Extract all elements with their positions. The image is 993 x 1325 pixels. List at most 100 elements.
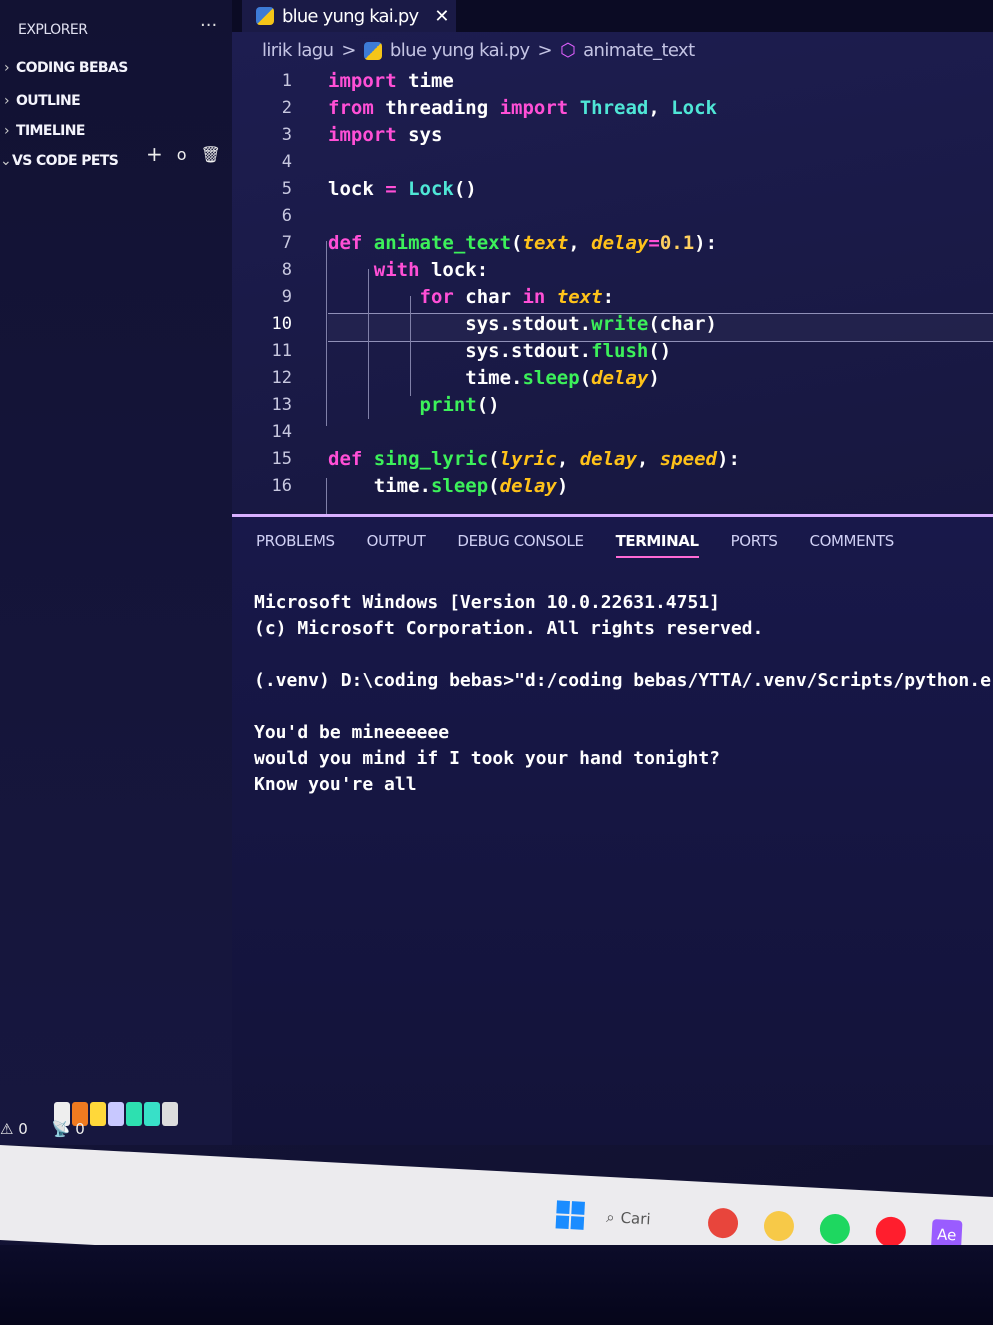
status-bar: ⚠ 0 📡 0 [0, 1120, 85, 1138]
line-number: 4 [281, 151, 292, 172]
search-icon: ⌕ [605, 1208, 616, 1227]
chevron-right-icon: › [4, 123, 10, 139]
code-line[interactable]: 14 [232, 418, 328, 445]
tab-comments[interactable]: COMMENTS [810, 532, 895, 558]
code-line[interactable]: 3 import sys [232, 121, 443, 148]
code-token: ): [694, 231, 718, 254]
code-token: delay [499, 474, 557, 497]
code-token: lock [328, 177, 386, 200]
broadcast-icon: 📡 [51, 1120, 71, 1138]
code-line[interactable]: 1 import time [232, 67, 454, 94]
code-line[interactable]: 13 print() [232, 391, 500, 418]
breadcrumb-separator: > [341, 40, 356, 61]
section-label: CODING BEBAS [16, 60, 128, 76]
section-label: TIMELINE [16, 123, 85, 139]
pet-icon [144, 1102, 160, 1126]
warnings-status[interactable]: ⚠ 0 [0, 1120, 28, 1138]
tab-output[interactable]: OUTPUT [367, 532, 426, 558]
code-line[interactable]: 5 lock = Lock() [232, 175, 477, 202]
tab-problems[interactable]: PROBLEMS [256, 532, 335, 558]
code-token: = [648, 231, 660, 254]
file-explorer-icon[interactable] [763, 1210, 795, 1242]
code-token: (char) [648, 312, 717, 335]
code-editor[interactable]: 1 import time 2 from threading import Threa… [232, 66, 993, 514]
code-token: sys.stdout. [465, 312, 592, 335]
code-token: lyric [499, 447, 557, 470]
code-line[interactable]: 16 time. sleep(delay) [232, 472, 569, 499]
code-token: ( [511, 231, 523, 254]
terminal-line: (c) Microsoft Corporation. All rights re… [254, 618, 764, 639]
code-token: , [568, 231, 592, 254]
code-line[interactable]: 11 sys.stdout. flush() [232, 337, 672, 364]
terminal-line: Microsoft Windows [Version 10.0.22631.47… [254, 592, 720, 613]
tab-debug-console[interactable]: DEBUG CONSOLE [457, 532, 584, 558]
code-token: print [419, 393, 477, 416]
code-line[interactable]: 15 def sing_lyric(lyric, delay, speed): [232, 445, 740, 472]
code-token: ): [717, 447, 740, 470]
breadcrumb-symbol[interactable]: animate_text [583, 40, 695, 61]
youtube-music-icon[interactable] [875, 1216, 907, 1248]
tab-ports[interactable]: PORTS [731, 532, 778, 558]
breadcrumb-separator: > [537, 40, 553, 61]
code-line[interactable]: 6 [232, 202, 328, 229]
tab-blue-yung-kai[interactable]: blue yung kai.py ✕ [242, 0, 456, 32]
terminal-output[interactable]: Microsoft Windows [Version 10.0.22631.47… [254, 592, 993, 800]
code-line[interactable]: 10 sys.stdout. write (char) [232, 310, 717, 337]
code-token: import [328, 69, 397, 92]
breadcrumb-folder[interactable]: lirik lagu [262, 40, 334, 61]
code-token: ) [648, 366, 660, 389]
spotify-icon[interactable] [819, 1213, 851, 1245]
code-token: flush [591, 339, 649, 362]
code-token: char [465, 285, 523, 308]
line-number: 5 [281, 178, 292, 199]
line-number: 14 [271, 421, 292, 442]
code-line[interactable]: 4 [232, 148, 328, 175]
code-token: text [556, 285, 603, 308]
section-timeline[interactable]: › TIMELINE [4, 123, 85, 139]
warning-icon: ⚠ [0, 1120, 14, 1138]
code-line[interactable]: 8 with lock: [232, 256, 488, 283]
code-token: import [328, 123, 397, 146]
panel-divider[interactable] [232, 514, 993, 517]
section-label: OUTLINE [16, 93, 81, 109]
code-token: () [453, 177, 477, 200]
symbol-method-icon: ⬡ [559, 40, 576, 61]
terminal-line: would you mind if I took your hand tonig… [254, 748, 720, 769]
code-token: threading [373, 96, 500, 119]
section-outline[interactable]: › OUTLINE [4, 93, 81, 109]
tab-bar: blue yung kai.py ✕ [232, 0, 993, 32]
code-token: sys.stdout. [465, 339, 592, 362]
code-token: () [648, 339, 672, 362]
code-token: sing_lyric [373, 447, 489, 470]
terminal-line: Know you're all [254, 774, 417, 795]
code-token: Lock [408, 177, 454, 200]
delete-pet-icon[interactable]: 🗑 [201, 145, 221, 164]
code-token: time. [373, 474, 431, 497]
throw-ball-icon[interactable]: o [177, 145, 187, 164]
breadcrumb-file[interactable]: blue yung kai.py [390, 40, 530, 61]
code-token: sys [396, 123, 443, 146]
code-line[interactable]: 2 from threading import Thread, Lock [232, 94, 717, 121]
ports-status[interactable]: 📡 0 [52, 1120, 85, 1138]
add-pet-icon[interactable]: + [146, 142, 163, 166]
more-actions-button[interactable]: ... [200, 10, 217, 31]
section-coding-bebas[interactable]: › CODING BEBAS [4, 60, 128, 76]
code-line[interactable]: 9 for char in text: [232, 283, 614, 310]
chrome-icon[interactable] [707, 1207, 739, 1239]
close-icon[interactable]: ✕ [434, 6, 449, 27]
code-token: for [419, 285, 466, 308]
section-vs-code-pets[interactable]: ⌄VS CODE PETS [0, 153, 119, 169]
line-number: 10 [271, 313, 292, 334]
tab-terminal[interactable]: TERMINAL [615, 532, 699, 558]
code-line[interactable]: 12 time. sleep(delay) [232, 364, 660, 391]
windows-start-icon[interactable] [555, 1200, 585, 1230]
sidebar: EXPLORER ... › CODING BEBAS › OUTLINE › TIM… [0, 0, 232, 1145]
taskbar-search[interactable]: ⌕ Cari [606, 1208, 687, 1230]
code-token: 0.1 [659, 231, 695, 254]
code-token: : [602, 285, 615, 308]
code-line[interactable]: 7 def animate_text(text, delay = 0.1): [232, 229, 717, 256]
